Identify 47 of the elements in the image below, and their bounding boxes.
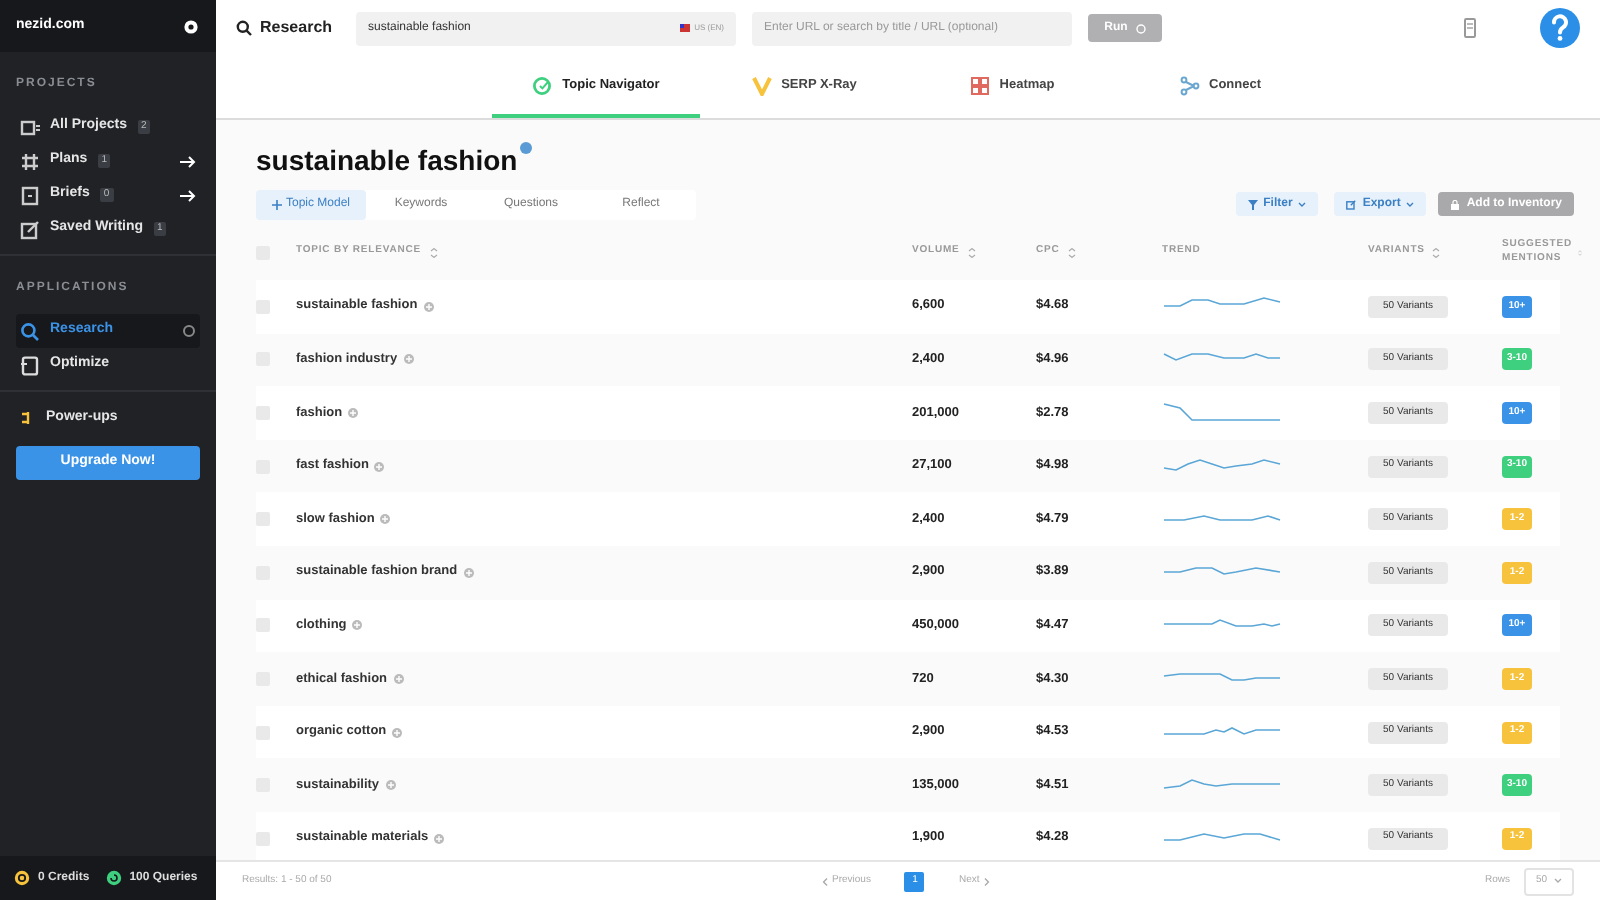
sort-icon (1067, 247, 1076, 257)
trend-sparkline (1162, 456, 1282, 477)
add-icon (348, 407, 359, 418)
caret-icon (1554, 878, 1562, 884)
help-button[interactable] (1540, 8, 1580, 48)
timer-icon (1135, 23, 1146, 33)
add-icon (392, 727, 403, 738)
export-icon (1346, 199, 1357, 209)
app-title: Research (260, 16, 333, 40)
search-icon (20, 321, 40, 341)
document-icon (20, 355, 40, 375)
add-icon (380, 514, 391, 525)
add-icon (423, 301, 434, 312)
document-icon (20, 185, 40, 205)
filter-icon (1247, 199, 1258, 209)
v-icon (751, 75, 772, 95)
chevron-right-icon (983, 877, 990, 885)
trend-sparkline (1162, 402, 1282, 423)
add-icon (403, 354, 414, 365)
page-title: sustainable fashion (256, 142, 518, 180)
phone-icon (1464, 18, 1476, 38)
grid-icon (969, 75, 990, 95)
add-icon (352, 620, 363, 631)
coin-icon (14, 870, 30, 886)
add-icon (434, 833, 445, 844)
edit-icon (20, 219, 40, 239)
add-icon (393, 673, 404, 684)
grid-icon (20, 151, 40, 171)
add-icon (374, 461, 385, 472)
add-icon (385, 780, 396, 791)
folder-icon (20, 117, 40, 137)
flag-icon (680, 24, 691, 32)
search-icon (236, 20, 252, 36)
info-icon (519, 142, 532, 154)
sort-icon (429, 247, 437, 257)
lock-icon (1450, 199, 1461, 209)
caret-icon (1406, 201, 1415, 207)
sparkle-icon (271, 199, 282, 209)
chevron-left-icon (822, 877, 828, 885)
branch-icon (1179, 75, 1199, 95)
refresh-icon (105, 870, 122, 886)
sort-icon (1432, 247, 1441, 257)
caret-icon (1298, 201, 1307, 207)
add-icon (463, 567, 474, 578)
sort-icon (967, 247, 976, 257)
help-icon (1548, 14, 1572, 42)
target-icon (532, 75, 553, 95)
